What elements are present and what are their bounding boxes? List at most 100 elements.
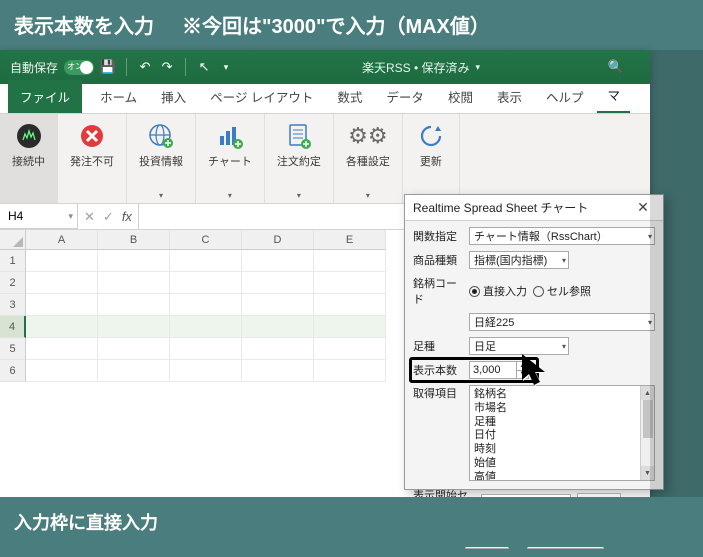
cell[interactable] xyxy=(242,272,314,294)
ribbon-refresh-button[interactable]: 更新 xyxy=(403,114,460,203)
undo-icon[interactable]: ↶ xyxy=(137,59,153,75)
cell[interactable] xyxy=(26,250,98,272)
tab-view[interactable]: 表示 xyxy=(487,81,532,113)
ribbon-settings-button[interactable]: ⚙⚙ 各種設定 ▾ xyxy=(334,114,403,203)
column-header[interactable]: C xyxy=(170,230,242,250)
search-icon[interactable]: 🔍 xyxy=(608,59,624,75)
list-item[interactable]: 時刻 xyxy=(474,443,650,457)
row-header[interactable]: 2 xyxy=(0,272,26,294)
cell[interactable] xyxy=(242,294,314,316)
tab-page-layout[interactable]: ページ レイアウト xyxy=(200,81,323,113)
chevron-down-icon: ▾ xyxy=(68,211,73,222)
cell[interactable] xyxy=(170,272,242,294)
confirm-edit-icon[interactable]: ✓ xyxy=(103,209,114,225)
spin-down-icon[interactable]: ▼ xyxy=(516,371,528,379)
column-header[interactable]: A xyxy=(26,230,98,250)
cell[interactable] xyxy=(26,338,98,360)
refresh-icon xyxy=(415,120,447,152)
row-header[interactable]: 4 xyxy=(0,316,26,338)
cell[interactable] xyxy=(170,294,242,316)
row-header[interactable]: 3 xyxy=(0,294,26,316)
leg-combo[interactable]: 日足▾ xyxy=(469,337,569,355)
row-header[interactable]: 5 xyxy=(0,338,26,360)
ribbon-invest-info-button[interactable]: 投資情報 ▾ xyxy=(127,114,196,203)
ribbon-order-err-button[interactable]: 発注不可 xyxy=(58,114,127,203)
select-all-corner[interactable] xyxy=(0,230,26,250)
cancel-edit-icon[interactable]: ✕ xyxy=(84,209,95,225)
column-header[interactable]: D xyxy=(242,230,314,250)
spin-up-icon[interactable]: ▲ xyxy=(516,362,528,371)
list-item[interactable]: 銘柄名 xyxy=(474,388,650,402)
list-item[interactable]: 市場名 xyxy=(474,402,650,416)
cell[interactable] xyxy=(26,360,98,382)
cell[interactable] xyxy=(314,250,386,272)
cell[interactable] xyxy=(26,316,98,338)
chevron-down-icon: ▾ xyxy=(297,191,301,200)
cell[interactable] xyxy=(170,316,242,338)
document-title[interactable]: 楽天RSS • 保存済み ▾ xyxy=(362,59,480,76)
chevron-down-icon: ▾ xyxy=(159,191,163,200)
globe-icon xyxy=(145,120,177,152)
chevron-down-icon: ▾ xyxy=(562,256,566,265)
fn-combo[interactable]: チャート情報（RssChart）▾ xyxy=(469,227,655,245)
autosave-switch[interactable]: オン xyxy=(64,60,94,75)
fx-icon[interactable]: fx xyxy=(122,209,132,224)
cell[interactable] xyxy=(26,272,98,294)
cell[interactable] xyxy=(170,338,242,360)
items-listbox[interactable]: 銘柄名市場名足種日付時刻始値高値安値 ▲ ▼ xyxy=(469,385,655,481)
cell[interactable] xyxy=(98,360,170,382)
kind-combo[interactable]: 指標(国内指標)▾ xyxy=(469,251,569,269)
qat-dropdown-icon[interactable]: ▾ xyxy=(218,59,234,75)
chevron-down-icon: ▾ xyxy=(476,62,481,73)
cell[interactable] xyxy=(98,294,170,316)
cell[interactable] xyxy=(98,338,170,360)
cell[interactable] xyxy=(242,250,314,272)
cell[interactable] xyxy=(242,316,314,338)
list-item[interactable]: 始値 xyxy=(474,457,650,471)
list-item[interactable]: 足種 xyxy=(474,416,650,430)
tab-file[interactable]: ファイル xyxy=(8,80,82,113)
list-item[interactable]: 高値 xyxy=(474,471,650,482)
list-item[interactable]: 日付 xyxy=(474,429,650,443)
save-icon[interactable]: 💾 xyxy=(100,59,116,75)
tab-review[interactable]: 校閲 xyxy=(438,81,483,113)
cell[interactable] xyxy=(170,250,242,272)
column-header[interactable]: B xyxy=(98,230,170,250)
tab-formulas[interactable]: 数式 xyxy=(327,81,372,113)
dialog-title: Realtime Spread Sheet チャート xyxy=(413,199,588,216)
cell[interactable] xyxy=(314,272,386,294)
cell[interactable] xyxy=(314,338,386,360)
chevron-down-icon: ▾ xyxy=(366,191,370,200)
count-spinner[interactable]: 3,000 ▲▼ xyxy=(469,361,529,379)
ribbon-order-exec-button[interactable]: 注文約定 ▾ xyxy=(265,114,334,203)
cell[interactable] xyxy=(98,272,170,294)
tab-addin[interactable]: マ xyxy=(597,79,630,113)
ribbon-chart-button[interactable]: チャート ▾ xyxy=(196,114,265,203)
redo-icon[interactable]: ↷ xyxy=(159,59,175,75)
cell[interactable] xyxy=(242,360,314,382)
tab-insert[interactable]: 挿入 xyxy=(151,81,196,113)
cell[interactable] xyxy=(98,316,170,338)
cell[interactable] xyxy=(170,360,242,382)
cell[interactable] xyxy=(314,360,386,382)
row-header[interactable]: 1 xyxy=(0,250,26,272)
chart-icon xyxy=(214,120,246,152)
tab-home[interactable]: ホーム xyxy=(90,81,147,113)
dialog-titlebar[interactable]: Realtime Spread Sheet チャート ✕ xyxy=(405,195,663,221)
tab-data[interactable]: データ xyxy=(376,81,434,113)
radio-cell-ref[interactable]: セル参照 xyxy=(533,283,591,299)
row-header[interactable]: 6 xyxy=(0,360,26,382)
cell[interactable] xyxy=(26,294,98,316)
tab-help[interactable]: ヘルプ xyxy=(536,81,594,113)
cell[interactable] xyxy=(242,338,314,360)
radio-direct-input[interactable]: 直接入力 xyxy=(469,283,527,299)
code-combo[interactable]: 日経225▾ xyxy=(469,313,655,331)
cell[interactable] xyxy=(98,250,170,272)
touch-mode-icon[interactable]: ↖ xyxy=(196,59,212,75)
autosave-toggle[interactable]: 自動保存 オン xyxy=(10,59,94,76)
column-header[interactable]: E xyxy=(314,230,386,250)
cell[interactable] xyxy=(314,316,386,338)
name-box[interactable]: H4▾ xyxy=(0,204,78,229)
cell[interactable] xyxy=(314,294,386,316)
ribbon-connect-button[interactable]: 接続中 xyxy=(0,114,58,203)
